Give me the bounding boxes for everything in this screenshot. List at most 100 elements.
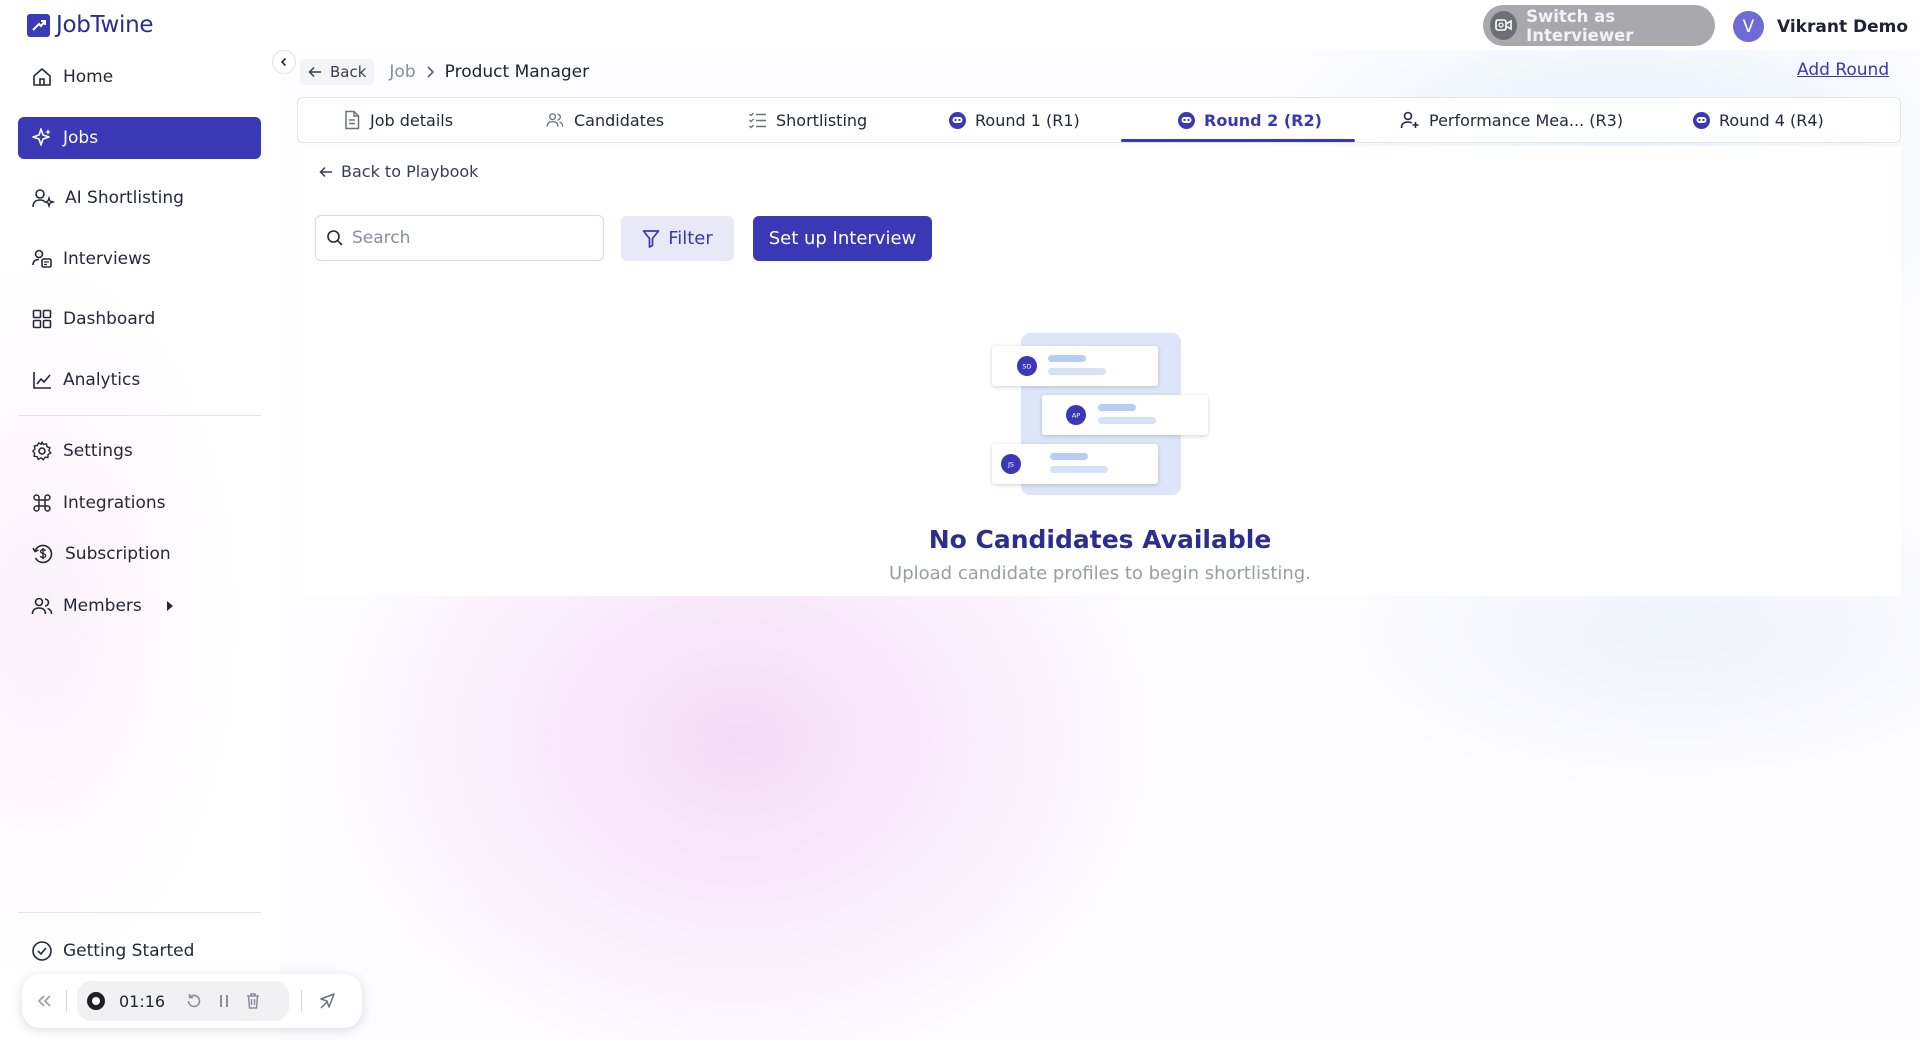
restart-icon[interactable]: [185, 992, 203, 1010]
tab-round-4[interactable]: Round 4 (R4): [1693, 98, 1824, 142]
tab-label: Performance Mea... (R3): [1429, 110, 1624, 130]
tab-round-2[interactable]: Round 2 (R2): [1178, 98, 1322, 142]
tab-round-3[interactable]: Performance Mea... (R3): [1400, 98, 1623, 142]
users-icon: [546, 113, 564, 127]
back-button[interactable]: Back: [300, 59, 375, 85]
sidebar-item-members[interactable]: Members: [18, 585, 261, 627]
recorder-controls: 01:16: [77, 981, 289, 1021]
sidebar-item-dashboard[interactable]: Dashboard: [18, 298, 261, 340]
avatar-initials: JS: [1007, 461, 1014, 469]
home-icon: [33, 68, 51, 86]
sidebar-item-label: Subscription: [65, 544, 171, 564]
sidebar-nav: Home Jobs AI Shortlisting Interviews Das…: [18, 56, 261, 636]
breadcrumb-current: Product Manager: [444, 62, 590, 82]
caret-right-icon[interactable]: [166, 600, 174, 612]
empty-state-subtitle: Upload candidate profiles to begin short…: [889, 563, 1311, 584]
getting-started-label: Getting Started: [63, 941, 195, 961]
sidebar-item-label: Interviews: [63, 248, 151, 269]
back-to-playbook-link[interactable]: Back to Playbook: [319, 162, 478, 181]
set-up-interview-button[interactable]: Set up Interview: [753, 216, 932, 261]
pointer-icon[interactable]: [318, 992, 336, 1010]
sidebar-divider: [18, 415, 261, 416]
sidebar-item-settings[interactable]: Settings: [18, 430, 261, 472]
interview-icon: [32, 249, 52, 268]
screen-recorder-bar: 01:16: [22, 974, 362, 1028]
tab-label: Job details: [370, 110, 454, 130]
sidebar-item-label: AI Shortlisting: [65, 188, 184, 208]
video-icon: [1490, 11, 1518, 40]
avatar-initials: AP: [1072, 412, 1080, 420]
getting-started-divider: [18, 912, 261, 913]
tab-candidates[interactable]: Candidates: [545, 98, 664, 142]
recording-time: 01:16: [119, 991, 166, 1011]
avatar-initials: SD: [1022, 363, 1031, 371]
tab-job-details[interactable]: Job details: [343, 98, 453, 142]
list-check-icon: [749, 112, 766, 129]
logo-icon: [27, 13, 50, 37]
getting-started-link[interactable]: Getting Started: [31, 940, 194, 962]
user-menu[interactable]: V Vikrant Demo: [1733, 11, 1908, 42]
chevron-left-icon: [280, 57, 287, 67]
bot-icon: [1178, 111, 1195, 129]
sparkle-icon: [32, 127, 51, 146]
sidebar-item-subscription[interactable]: Subscription: [18, 533, 261, 575]
recorder-divider: [301, 990, 302, 1012]
sidebar-item-label: Home: [63, 67, 114, 87]
job-tabs: Job details Candidates Shortlisting Roun…: [297, 97, 1901, 143]
check-circle-icon: [32, 941, 52, 961]
sidebar-item-integrations[interactable]: Integrations: [18, 482, 261, 524]
sidebar-item-home[interactable]: Home: [18, 56, 261, 98]
pause-icon[interactable]: [217, 992, 231, 1010]
switch-label: Switch as Interviewer: [1526, 6, 1634, 45]
record-stop-icon[interactable]: [87, 992, 105, 1010]
gear-icon: [32, 441, 52, 461]
user-plus-icon: [1400, 111, 1419, 129]
filter-label: Filter: [668, 228, 713, 249]
command-icon: [33, 493, 51, 512]
app-name: JobTwine: [56, 12, 154, 38]
filter-button[interactable]: Filter: [621, 216, 734, 261]
tab-shortlisting[interactable]: Shortlisting: [748, 98, 867, 142]
users-icon: [31, 597, 53, 614]
back-label: Back: [330, 63, 367, 81]
tab-label: Shortlisting: [776, 110, 868, 130]
recorder-divider: [66, 990, 67, 1012]
add-round-link[interactable]: Add Round: [1797, 60, 1889, 80]
chart-line-icon: [33, 371, 51, 389]
grid-icon: [32, 309, 52, 329]
empty-candidates-illustration: SD AP JS: [992, 333, 1208, 495]
sidebar-item-label: Settings: [63, 441, 133, 461]
dollar-icon: [32, 544, 53, 564]
sidebar-item-jobs[interactable]: Jobs: [18, 116, 261, 159]
app-root: JobTwine Switch as Interviewer V Vikrant…: [0, 0, 1920, 1040]
switch-as-interviewer-button[interactable]: Switch as Interviewer: [1483, 5, 1715, 46]
app-logo[interactable]: JobTwine: [27, 12, 154, 38]
tab-round-1[interactable]: Round 1 (R1): [949, 98, 1080, 142]
user-ai-icon: [32, 189, 55, 209]
sidebar-item-analytics[interactable]: Analytics: [18, 359, 261, 401]
sidebar-item-interviews[interactable]: Interviews: [18, 238, 261, 280]
filter-icon: [642, 230, 660, 248]
sidebar-item-label: Integrations: [63, 492, 166, 513]
empty-state-title: No Candidates Available: [928, 525, 1272, 554]
bot-icon: [1693, 111, 1710, 129]
search-field: [315, 215, 604, 261]
tab-label: Round 2 (R2): [1204, 110, 1322, 130]
breadcrumb-job[interactable]: Job: [389, 62, 415, 82]
double-chevron-left-icon[interactable]: [36, 994, 54, 1008]
breadcrumb: Back Job Product Manager: [300, 59, 589, 85]
trash-icon[interactable]: [245, 992, 261, 1010]
avatar: V: [1733, 11, 1764, 42]
arrow-left-icon: [308, 66, 321, 78]
sidebar-item-ai-shortlisting[interactable]: AI Shortlisting: [18, 177, 261, 219]
chevron-right-icon: [427, 66, 434, 78]
collapse-sidebar-button[interactable]: [272, 50, 296, 74]
search-input[interactable]: [352, 228, 592, 248]
tab-label: Candidates: [574, 110, 665, 130]
sidebar-item-label: Dashboard: [63, 309, 156, 329]
user-name: Vikrant Demo: [1777, 16, 1909, 37]
document-icon: [345, 110, 360, 130]
sidebar-item-label: Analytics: [63, 369, 141, 390]
back-to-playbook-label: Back to Playbook: [341, 162, 479, 181]
tab-label: Round 4 (R4): [1719, 110, 1824, 130]
